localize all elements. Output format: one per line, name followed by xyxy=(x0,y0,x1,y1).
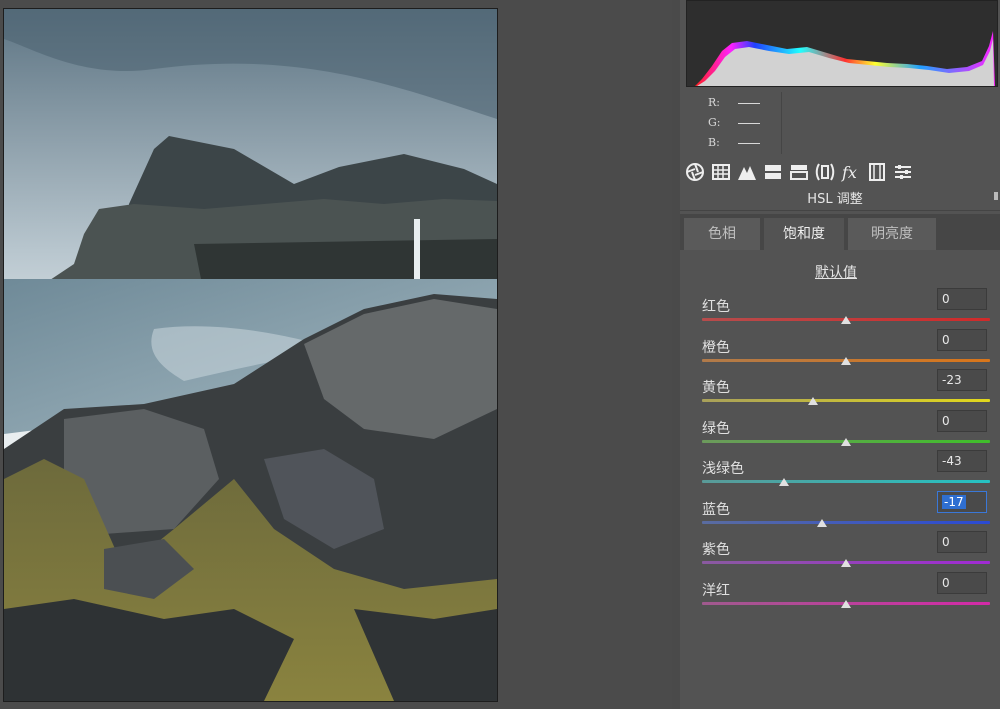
rgb-row-b: B: xyxy=(708,136,760,150)
slider-thumb-yellow[interactable] xyxy=(807,397,818,405)
slider-value-purple[interactable]: 0 xyxy=(937,531,987,553)
fx-icon[interactable]: fx xyxy=(840,161,862,183)
mountain-icon[interactable] xyxy=(736,161,758,183)
slider-track-yellow[interactable] xyxy=(702,399,990,402)
camera-raw-panel: R: G: B: fx HSL 调整 色相 饱和度 明亮度 默认值 红色 0 橙… xyxy=(680,0,1000,709)
lens-icon[interactable] xyxy=(814,161,836,183)
hsl-tabs: 色相 饱和度 明亮度 xyxy=(680,214,1000,250)
slider-value-red[interactable]: 0 xyxy=(937,288,987,310)
reset-default-link[interactable]: 默认值 xyxy=(680,262,992,282)
svg-text:fx: fx xyxy=(841,163,857,182)
panel-menu-icon[interactable] xyxy=(994,192,998,200)
histogram xyxy=(686,0,998,87)
canvas-area xyxy=(0,0,672,709)
slider-label-purple: 紫色 xyxy=(702,542,730,558)
film-icon[interactable] xyxy=(866,161,888,183)
slider-thumb-green[interactable] xyxy=(841,437,851,446)
slider-thumb-aqua[interactable] xyxy=(779,478,790,486)
slider-track-aqua[interactable] xyxy=(702,480,990,483)
tab-hue[interactable]: 色相 xyxy=(684,218,760,250)
slider-thumb-red[interactable] xyxy=(841,316,851,324)
slider-thumb-blue[interactable] xyxy=(816,518,827,527)
slider-label-red: 红色 xyxy=(702,299,730,315)
grid-icon[interactable] xyxy=(710,161,732,183)
rgb-row-g: G: xyxy=(708,116,760,130)
divider xyxy=(680,210,1000,211)
slider-value-aqua[interactable]: -43 xyxy=(937,450,987,472)
slider-value-yellow[interactable]: -23 xyxy=(937,369,987,391)
rgb-readout: R: G: B: xyxy=(686,92,782,154)
slider-label-blue: 蓝色 xyxy=(702,501,730,518)
landscape-image xyxy=(4,9,497,701)
panel-toolbar: fx xyxy=(680,158,1000,186)
hsl-icon[interactable] xyxy=(762,161,784,183)
slider-track-blue[interactable] xyxy=(702,520,990,524)
photo-preview[interactable] xyxy=(3,8,498,702)
slider-thumb-magenta[interactable] xyxy=(841,599,851,608)
rgb-row-r: R: xyxy=(708,96,760,110)
sliders-icon[interactable] xyxy=(892,161,914,183)
selected-value-text: -17 xyxy=(942,494,966,509)
slider-thumb-purple[interactable] xyxy=(841,559,851,567)
slider-value-magenta[interactable]: 0 xyxy=(937,571,987,594)
slider-value-green[interactable]: 0 xyxy=(937,409,987,432)
aperture-icon[interactable] xyxy=(684,161,706,183)
panel-title: HSL 调整 xyxy=(807,192,863,207)
slider-thumb-orange[interactable] xyxy=(841,356,851,365)
slider-row-magenta: 洋红 0 xyxy=(680,571,1000,620)
split-tone-icon[interactable] xyxy=(788,161,810,183)
tab-luminance[interactable]: 明亮度 xyxy=(848,218,936,250)
slider-label-magenta: 洋红 xyxy=(702,582,730,599)
slider-label-green: 绿色 xyxy=(702,420,730,437)
tab-saturation[interactable]: 饱和度 xyxy=(764,218,844,250)
slider-value-orange[interactable]: 0 xyxy=(937,328,987,351)
slider-label-yellow: 黄色 xyxy=(702,380,730,396)
slider-value-blue[interactable]: -17 xyxy=(937,490,987,513)
slider-label-orange: 橙色 xyxy=(702,339,730,356)
slider-label-aqua: 浅绿色 xyxy=(702,461,744,477)
